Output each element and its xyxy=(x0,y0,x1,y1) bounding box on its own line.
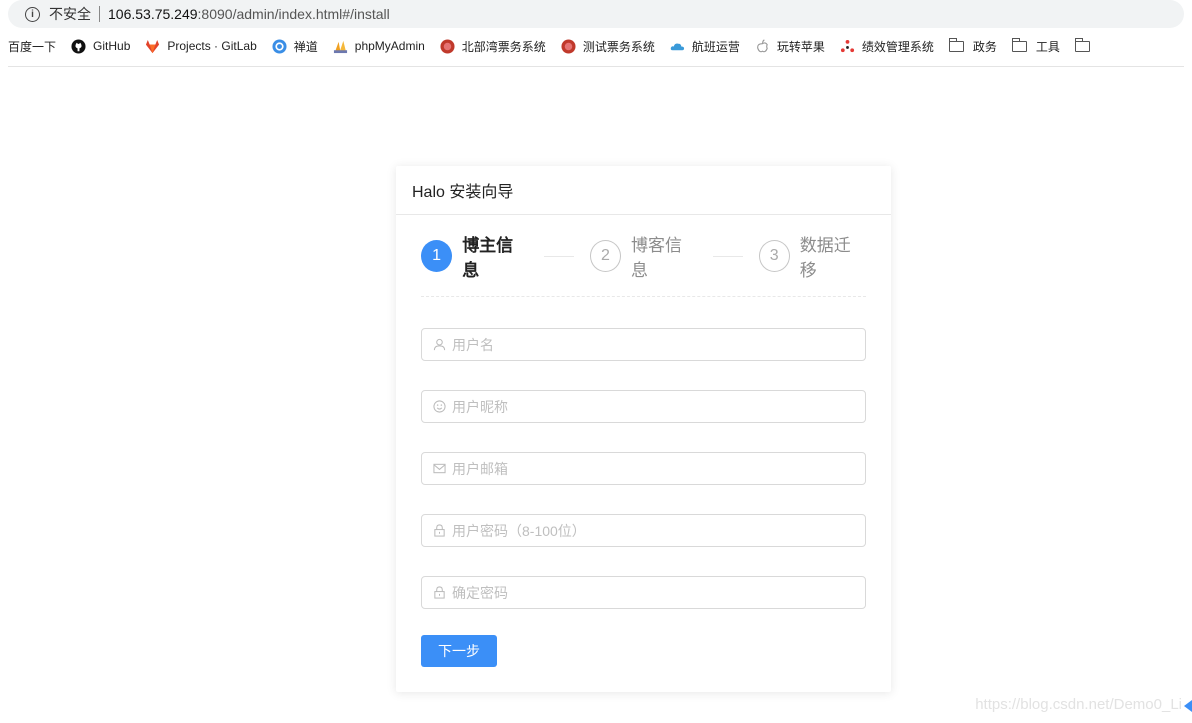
security-label: 不安全 xyxy=(49,6,91,22)
bookmark-label: 禅道 xyxy=(293,39,318,54)
step-number: 1 xyxy=(421,240,453,272)
steps-indicator: 1 博主信息 2 博客信息 3 数据迁移 xyxy=(421,236,866,280)
ticket-icon xyxy=(440,38,455,54)
bookmark-phpmyadmin[interactable]: phpMyAdmin xyxy=(333,39,425,54)
step-label: 数据迁移 xyxy=(799,236,851,280)
bookmark-folder-tools[interactable]: 工具 xyxy=(1011,37,1060,55)
url-host[interactable]: 106.53.75.249 xyxy=(108,6,198,22)
bookmark-label: phpMyAdmin xyxy=(354,39,425,53)
bookmark-label: 绩效管理系统 xyxy=(861,39,934,54)
confirm-password-field[interactable] xyxy=(421,576,866,609)
steps-divider xyxy=(421,296,866,297)
scroll-arrow-icon[interactable] xyxy=(1184,700,1192,712)
bookmark-folder-gov[interactable]: 政务 xyxy=(948,37,997,55)
dots-icon xyxy=(840,39,854,52)
user-icon xyxy=(433,338,446,351)
bookmark-label: 航班运营 xyxy=(691,39,740,54)
bookmark-performance[interactable]: 绩效管理系统 xyxy=(840,38,934,55)
confirm-password-input[interactable] xyxy=(452,584,852,601)
bookmark-gitlab[interactable]: Projects · GitLab xyxy=(145,39,257,54)
address-bar[interactable]: i 不安全 106.53.75.249 :8090/admin/index.ht… xyxy=(8,0,1184,28)
info-icon[interactable]: i xyxy=(25,6,40,22)
card-title: Halo 安装向导 xyxy=(396,166,891,215)
bookmark-zentao[interactable]: 禅道 xyxy=(272,38,318,55)
bookmark-label: GitHub xyxy=(93,39,131,53)
apple-icon xyxy=(756,38,768,52)
folder-icon xyxy=(1074,37,1090,52)
cloud-icon xyxy=(670,43,684,50)
url-path[interactable]: :8090/admin/index.html#/install xyxy=(198,6,390,22)
address-separator xyxy=(99,6,100,22)
bookmark-bbw-ticket[interactable]: 北部湾票务系统 xyxy=(440,38,546,55)
username-input[interactable] xyxy=(452,336,852,353)
lock-icon xyxy=(434,524,445,537)
bookmark-label: 北部湾票务系统 xyxy=(461,39,546,54)
bookmark-label: 玩转苹果 xyxy=(776,39,825,54)
bookmark-apple[interactable]: 玩转苹果 xyxy=(755,38,825,55)
lock-icon xyxy=(434,586,445,599)
folder-icon xyxy=(948,37,964,52)
gitlab-icon xyxy=(146,39,160,53)
bookmark-label: 政务 xyxy=(972,39,997,54)
github-icon xyxy=(71,38,86,54)
step-blog-info: 2 博客信息 xyxy=(589,231,697,281)
nickname-input[interactable] xyxy=(452,398,852,415)
step-connector xyxy=(713,255,743,257)
step-connector xyxy=(544,255,574,257)
step-data-migration: 3 数据迁移 xyxy=(758,231,866,281)
bookmark-label: 测试票务系统 xyxy=(582,39,655,54)
password-input[interactable] xyxy=(452,522,852,539)
bookmark-folder-more[interactable] xyxy=(1074,37,1099,52)
nickname-field[interactable] xyxy=(421,390,866,423)
bookmark-label: 百度一下 xyxy=(8,39,57,54)
zentao-icon xyxy=(272,38,287,54)
username-field[interactable] xyxy=(421,328,866,361)
ticket-icon xyxy=(561,38,576,54)
folder-icon xyxy=(1011,37,1027,52)
bookmark-test-ticket[interactable]: 测试票务系统 xyxy=(561,38,655,55)
bookmarks-divider xyxy=(8,66,1184,67)
mail-icon xyxy=(433,463,446,474)
step-label: 博客信息 xyxy=(631,236,682,280)
email-field[interactable] xyxy=(421,452,866,485)
bookmark-label: 工具 xyxy=(1035,39,1060,54)
install-wizard-card: Halo 安装向导 1 博主信息 2 博客信息 3 数据迁移 用户名 用户昵称 … xyxy=(396,166,891,692)
bookmarks-bar: 百度一下 GitHub Projects · GitLab 禅道 phpMyAd… xyxy=(0,34,1192,58)
bookmark-flight-ops[interactable]: 航班运营 xyxy=(670,38,740,55)
next-step-button[interactable]: 下一步 xyxy=(421,635,497,667)
bookmark-baidu[interactable]: 百度一下 xyxy=(8,38,56,55)
watermark: https://blog.csdn.net/Demo0_Li xyxy=(975,696,1182,713)
bookmark-label: Projects · GitLab xyxy=(167,39,257,53)
step-label: 博主信息 xyxy=(462,236,514,280)
step-number: 3 xyxy=(758,240,790,272)
email-input[interactable] xyxy=(452,460,852,477)
password-field[interactable] xyxy=(421,514,866,547)
step-number: 2 xyxy=(589,240,621,272)
phpmyadmin-icon xyxy=(333,40,347,53)
bookmark-github[interactable]: GitHub xyxy=(71,38,131,54)
smile-icon xyxy=(433,400,446,413)
step-blogger-info: 1 博主信息 xyxy=(421,231,528,281)
